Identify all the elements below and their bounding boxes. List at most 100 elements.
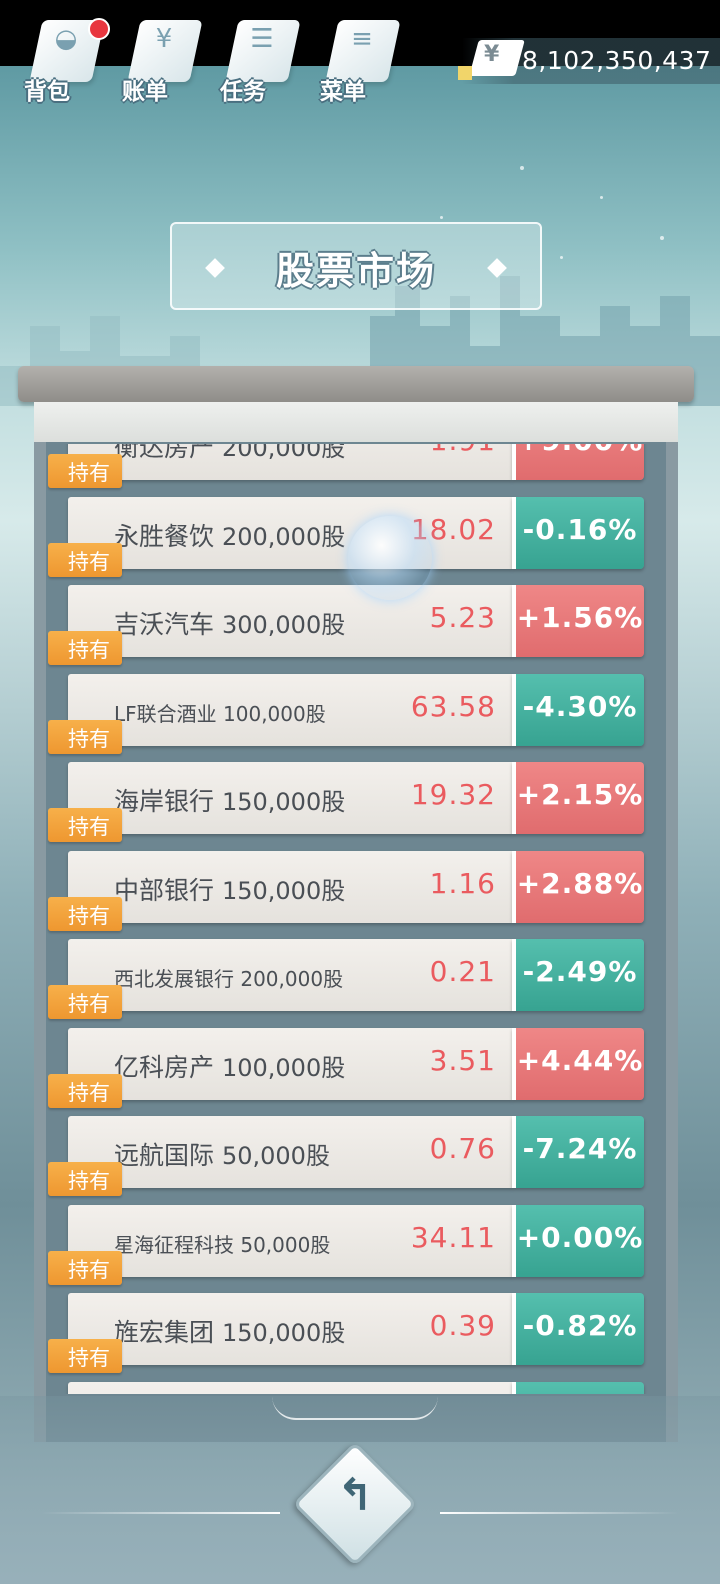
stock-row[interactable]: 吉沃汽车 300,000股 5.23 +1.56% 持有 bbox=[48, 585, 644, 665]
stock-row[interactable]: 海岸银行 150,000股 19.32 +2.15% 持有 bbox=[48, 762, 644, 842]
stock-change: -2.49% bbox=[522, 955, 638, 988]
butterfly-bubble-effect bbox=[348, 516, 432, 600]
decor-line-right bbox=[440, 1512, 680, 1514]
nav-label-menu: 菜单 bbox=[320, 79, 366, 105]
held-tag: 持有 bbox=[48, 542, 122, 577]
held-tag: 持有 bbox=[48, 719, 122, 754]
stock-row[interactable]: LF联合酒业 100,000股 63.58 -4.30% 持有 bbox=[48, 673, 644, 754]
stock-name: 远航国际 50,000股 bbox=[114, 1136, 330, 1172]
stock-change-badge: +4.44% bbox=[512, 1027, 644, 1100]
nav-task-button[interactable]: ☰ 任务 bbox=[214, 10, 310, 110]
stock-name: 星海征程科技 50,000股 bbox=[114, 1229, 330, 1258]
stock-name-text: 衡达房产 bbox=[114, 444, 215, 462]
held-tag: 持有 bbox=[48, 985, 122, 1019]
nav-label-backpack: 背包 bbox=[24, 79, 70, 105]
stock-name-text: 海岸银行 bbox=[114, 787, 215, 816]
menu-icon: ≡ bbox=[351, 24, 373, 54]
stock-name: 海岸银行 150,000股 bbox=[114, 782, 345, 818]
stock-price: 1.16 bbox=[429, 866, 496, 900]
stock-shares: 200,000股 bbox=[221, 522, 346, 551]
stock-name: 中部银行 150,000股 bbox=[114, 871, 345, 907]
stock-row[interactable] bbox=[68, 1381, 644, 1394]
board-top-rail bbox=[18, 366, 694, 402]
page-title-banner: 股票市场 bbox=[170, 222, 542, 310]
stock-change-badge: -0.82% bbox=[512, 1293, 644, 1365]
nav-bill-button[interactable]: ¥ 账单 bbox=[116, 10, 212, 110]
stock-name-text: 中部银行 bbox=[114, 875, 215, 905]
stock-shares: 150,000股 bbox=[221, 788, 346, 816]
stock-change: +1.56% bbox=[516, 601, 644, 634]
stock-name: 衡达房产 200,000股 bbox=[114, 444, 345, 464]
held-tag: 持有 bbox=[48, 1339, 122, 1373]
stock-price: 0.39 bbox=[429, 1309, 496, 1342]
stock-price: 3.51 bbox=[429, 1043, 496, 1077]
stock-price: 1.91 bbox=[430, 444, 496, 457]
stock-name-text: 星海征程科技 bbox=[114, 1232, 234, 1257]
stock-shares: 100,000股 bbox=[221, 1053, 346, 1082]
decor-line-left bbox=[40, 1512, 280, 1514]
held-tag-label: 持有 bbox=[68, 992, 110, 1016]
stock-change: +2.15% bbox=[516, 778, 644, 811]
stock-price: 0.21 bbox=[429, 955, 496, 988]
stock-row-body: 远航国际 50,000股 0.76 bbox=[68, 1116, 512, 1188]
nav-label-task: 任务 bbox=[220, 79, 266, 105]
stock-row[interactable]: 衡达房产 200,000股 1.91 +9.00% 持有 bbox=[48, 444, 644, 488]
stock-change: -0.82% bbox=[522, 1309, 638, 1342]
stock-row[interactable]: 旌宏集团 150,000股 0.39 -0.82% 持有 bbox=[48, 1293, 644, 1373]
held-tag-label: 持有 bbox=[68, 638, 110, 662]
stock-shares: 200,000股 bbox=[240, 967, 344, 991]
stock-price: 5.23 bbox=[429, 601, 496, 634]
stock-row-body: 星海征程科技 50,000股 34.11 bbox=[68, 1204, 512, 1277]
stock-name-text: LF联合酒业 bbox=[114, 701, 217, 726]
stock-change: +2.88% bbox=[516, 866, 644, 900]
stock-change: -0.16% bbox=[522, 512, 638, 546]
notification-badge bbox=[88, 18, 110, 40]
stock-price: 0.76 bbox=[429, 1132, 496, 1165]
stock-change-badge: +2.15% bbox=[512, 762, 644, 834]
stock-shares: 100,000股 bbox=[223, 701, 326, 726]
stock-change-badge: -2.49% bbox=[512, 939, 644, 1011]
stock-change-badge: -7.24% bbox=[512, 1116, 644, 1188]
stock-row[interactable]: 西北发展银行 200,000股 0.21 -2.49% 持有 bbox=[48, 939, 644, 1019]
stock-name: LF联合酒业 100,000股 bbox=[114, 698, 326, 727]
stock-row-body: 衡达房产 200,000股 1.91 bbox=[68, 444, 512, 480]
held-tag: 持有 bbox=[48, 1073, 122, 1108]
stock-row[interactable]: 星海征程科技 50,000股 34.11 +0.00% 持有 bbox=[48, 1204, 644, 1285]
stock-name: 永胜餐饮 200,000股 bbox=[114, 517, 345, 553]
stock-price: 63.58 bbox=[410, 689, 496, 723]
stock-name-text: 远航国际 bbox=[114, 1141, 215, 1170]
stock-change: +4.44% bbox=[516, 1043, 644, 1077]
held-tag-label: 持有 bbox=[68, 726, 110, 751]
held-tag: 持有 bbox=[48, 1162, 122, 1196]
stock-price: 19.32 bbox=[410, 778, 496, 811]
stock-row[interactable]: 亿科房产 100,000股 3.51 +4.44% 持有 bbox=[48, 1027, 644, 1108]
stock-row[interactable]: 中部银行 150,000股 1.16 +2.88% 持有 bbox=[48, 850, 644, 931]
stock-change-badge: +1.56% bbox=[512, 585, 644, 657]
nav-backpack-button[interactable]: ◒ 背包 bbox=[18, 10, 114, 110]
stock-row[interactable]: 远航国际 50,000股 0.76 -7.24% 持有 bbox=[48, 1116, 644, 1196]
stock-price: 34.11 bbox=[410, 1220, 496, 1254]
stock-name-text: 吉沃汽车 bbox=[114, 610, 215, 639]
stock-shares: 150,000股 bbox=[221, 876, 346, 905]
stock-list[interactable]: 衡达房产 200,000股1.91+9.00%持有永胜餐饮 200,000股18… bbox=[34, 444, 678, 1394]
stock-shares: 300,000股 bbox=[221, 611, 346, 639]
stock-change: -4.30% bbox=[522, 689, 638, 723]
nav-label-bill: 账单 bbox=[122, 79, 168, 105]
stock-row-body: 中部银行 150,000股 1.16 bbox=[68, 850, 512, 923]
nav-menu-button[interactable]: ≡ 菜单 bbox=[314, 10, 410, 110]
stock-name-text: 亿科房产 bbox=[114, 1052, 215, 1082]
stock-row-body: 亿科房产 100,000股 3.51 bbox=[68, 1027, 512, 1100]
stock-row-body: 旌宏集团 150,000股 0.39 bbox=[68, 1293, 512, 1365]
stock-row-body: 永胜餐饮 200,000股 18.02 bbox=[68, 496, 512, 569]
stock-shares: 50,000股 bbox=[240, 1232, 331, 1257]
held-tag: 持有 bbox=[48, 808, 122, 842]
yen-icon: ¥ bbox=[484, 42, 500, 67]
stock-row-body: 海岸银行 150,000股 19.32 bbox=[68, 762, 512, 834]
stock-row-body bbox=[68, 1381, 512, 1394]
page-title: 股票市场 bbox=[275, 249, 436, 293]
